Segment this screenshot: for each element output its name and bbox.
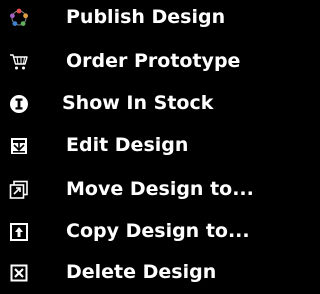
copy-icon bbox=[9, 222, 29, 242]
menu-item-order-prototype[interactable]: Order Prototype bbox=[0, 44, 245, 80]
menu-item-label: Publish Design bbox=[66, 6, 226, 28]
menu-item-edit-design[interactable]: Edit Design bbox=[0, 128, 245, 164]
delete-icon bbox=[9, 263, 29, 283]
menu-item-move-design[interactable]: Move Design to... bbox=[0, 172, 254, 208]
menu-item-label: Delete Design bbox=[66, 261, 217, 283]
move-icon bbox=[9, 180, 29, 200]
menu-item-label: Move Design to... bbox=[66, 178, 254, 200]
publish-icon bbox=[9, 8, 29, 28]
menu-item-label: Copy Design to... bbox=[66, 220, 250, 242]
menu-item-label: Edit Design bbox=[66, 134, 189, 156]
menu-item-label: Show In Stock bbox=[62, 92, 214, 114]
context-menu: Publish Design Order Prototype Show In S… bbox=[0, 0, 254, 294]
menu-item-delete-design[interactable]: Delete Design bbox=[0, 255, 245, 291]
info-icon bbox=[9, 94, 29, 114]
menu-item-copy-design[interactable]: Copy Design to... bbox=[0, 214, 250, 250]
menu-item-publish-design[interactable]: Publish Design bbox=[0, 0, 245, 36]
menu-item-show-in-stock[interactable]: Show In Stock bbox=[0, 86, 245, 122]
shopping-cart-icon bbox=[9, 52, 29, 72]
menu-item-label: Order Prototype bbox=[66, 50, 241, 72]
edit-design-icon bbox=[9, 136, 29, 156]
